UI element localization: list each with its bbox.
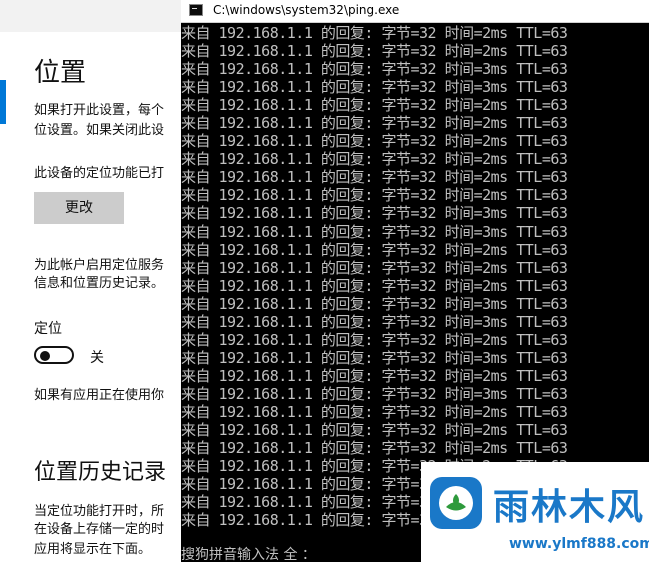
console-line: 来自 192.168.1.1 的回复: 字节=32 时间=2ms TTL=63 bbox=[181, 439, 568, 458]
console-line: 来自 192.168.1.1 的回复: 字节=32 时间=2ms TTL=63 bbox=[181, 258, 568, 277]
page-title: 位置 bbox=[34, 58, 87, 88]
console-line: 来自 192.168.1.1 的回复: 字节=32 时间=2ms TTL=63 bbox=[181, 42, 568, 61]
toggle-state-label: 关 bbox=[90, 350, 104, 366]
ime-status-bar: 搜狗拼音输入法 全 ： bbox=[181, 547, 316, 563]
watermark-brand: 雨林木风 bbox=[493, 487, 646, 528]
console-line: 来自 192.168.1.1 的回复: 字节=32 时间=2ms TTL=63 bbox=[181, 421, 568, 440]
account-description-line-2: 信息和位置历史记录。 bbox=[34, 276, 165, 291]
account-description-line-1: 为此帐户启用定位服务 bbox=[34, 258, 165, 273]
location-label: 定位 bbox=[34, 321, 62, 337]
toggle-knob bbox=[40, 351, 50, 361]
console-line: 来自 192.168.1.1 的回复: 字节=32 时间=2ms TTL=63 bbox=[181, 276, 568, 295]
description-line-1: 如果打开此设置，每个 bbox=[34, 103, 165, 118]
console-line: 来自 192.168.1.1 的回复: 字节=32 时间=2ms TTL=63 bbox=[181, 150, 568, 169]
location-history-heading: 位置历史记录 bbox=[34, 460, 167, 485]
console-line: 来自 192.168.1.1 的回复: 字节=32 时间=3ms TTL=63 bbox=[181, 204, 568, 223]
console-title: C:\windows\system32\ping.exe bbox=[213, 3, 400, 17]
device-location-status: 此设备的定位功能已打 bbox=[34, 166, 165, 181]
console-line: 来自 192.168.1.1 的回复: 字节=32 时间=2ms TTL=63 bbox=[181, 96, 568, 115]
console-line: 来自 192.168.1.1 的回复: 字节=32 时间=3ms TTL=63 bbox=[181, 294, 568, 313]
console-line: 来自 192.168.1.1 的回复: 字节=32 时间=3ms TTL=63 bbox=[181, 348, 568, 367]
console-line: 来自 192.168.1.1 的回复: 字节=32 时间=3ms TTL=63 bbox=[181, 312, 568, 331]
console-line: 来自 192.168.1.1 的回复: 字节=32 时间=2ms TTL=63 bbox=[181, 186, 568, 205]
history-description-line-2: 在设备上存储一定的时 bbox=[34, 522, 165, 537]
console-line: 来自 192.168.1.1 的回复: 字节=32 时间=3ms TTL=63 bbox=[181, 60, 568, 79]
console-title-bar[interactable]: C:\windows\system32\ping.exe bbox=[181, 0, 649, 23]
history-description-line-3: 应用将显示在下面。 bbox=[34, 542, 152, 557]
nav-selection-indicator bbox=[0, 80, 6, 124]
console-line: 来自 192.168.1.1 的回复: 字节=32 时间=2ms TTL=63 bbox=[181, 240, 568, 259]
console-line: 来自 192.168.1.1 的回复: 字节=32 时间=3ms TTL=63 bbox=[181, 78, 568, 97]
console-line: 来自 192.168.1.1 的回复: 字节=32 时间=2ms TTL=63 bbox=[181, 114, 568, 133]
console-line: 来自 192.168.1.1 的回复: 字节=32 时间=3ms TTL=63 bbox=[181, 222, 568, 241]
console-line: 来自 192.168.1.1 的回复: 字节=32 时间=2ms TTL=63 bbox=[181, 366, 568, 385]
location-toggle[interactable] bbox=[34, 346, 74, 364]
change-button[interactable]: 更改 bbox=[34, 192, 124, 224]
apps-using-location-text: 如果有应用正在使用你 bbox=[34, 388, 165, 403]
console-app-icon bbox=[189, 4, 203, 16]
console-line: 来自 192.168.1.1 的回复: 字节=32 时间=2ms TTL=63 bbox=[181, 402, 568, 421]
watermark: 雨林木风 www.ylmf888.com bbox=[421, 462, 649, 562]
console-line: 来自 192.168.1.1 的回复: 字节=32 时间=2ms TTL=63 bbox=[181, 24, 568, 42]
console-line: 来自 192.168.1.1 的回复: 字节=32 时间=2ms TTL=63 bbox=[181, 330, 568, 349]
console-line: 来自 192.168.1.1 的回复: 字节=32 时间=2ms TTL=63 bbox=[181, 132, 568, 151]
watermark-url: www.ylmf888.com bbox=[509, 536, 649, 552]
console-line: 来自 192.168.1.1 的回复: 字节=32 时间=2ms TTL=63 bbox=[181, 168, 568, 187]
console-output: 来自 192.168.1.1 的回复: 字节=32 时间=2ms TTL=63 来… bbox=[181, 24, 649, 529]
history-description-line-1: 当定位功能打开时，所 bbox=[34, 504, 165, 519]
watermark-logo-icon bbox=[430, 477, 482, 529]
description-line-2: 位设置。如果关闭此设 bbox=[34, 123, 165, 138]
console-line: 来自 192.168.1.1 的回复: 字节=32 时间=3ms TTL=63 bbox=[181, 384, 568, 403]
